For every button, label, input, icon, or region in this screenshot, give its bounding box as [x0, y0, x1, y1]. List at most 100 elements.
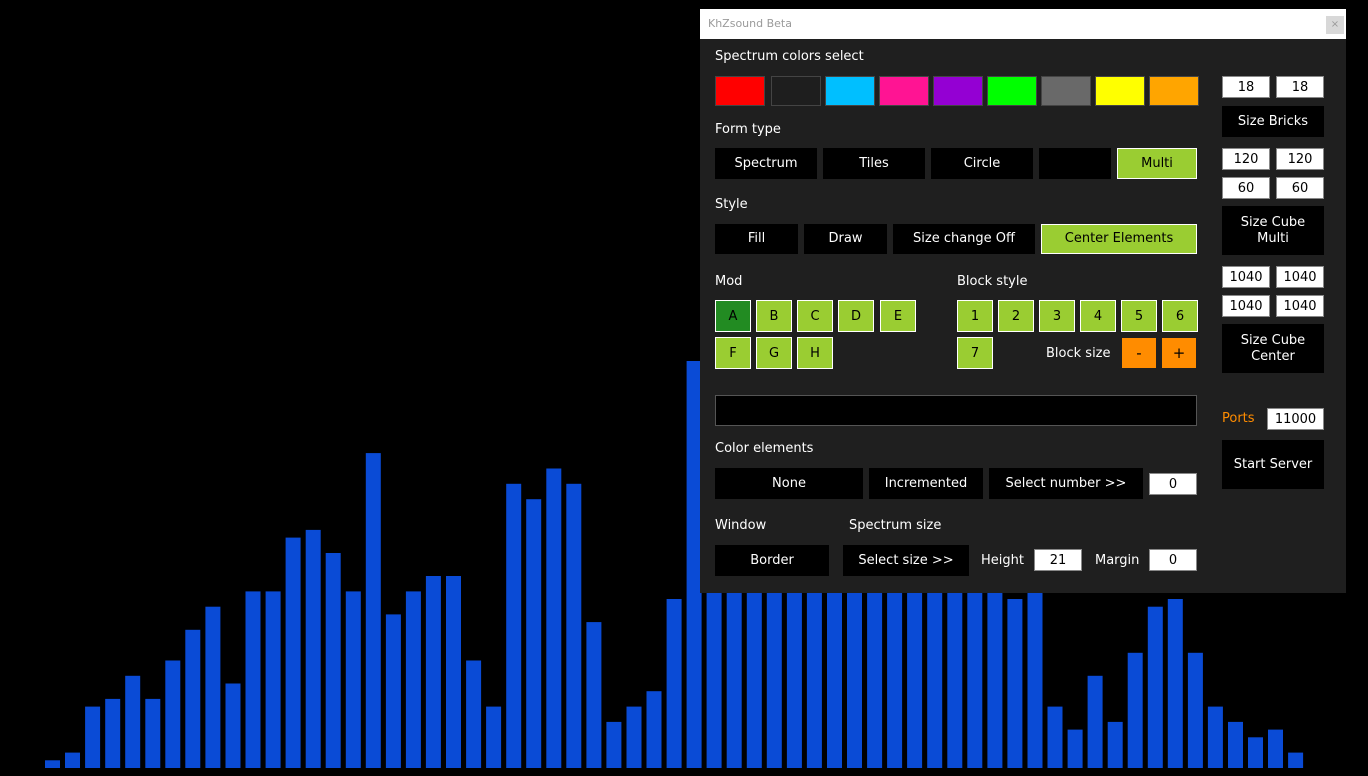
style-fill-button[interactable]: Fill [715, 224, 798, 254]
mod-button-g[interactable]: G [756, 337, 792, 369]
cube-center-input-2[interactable] [1276, 266, 1324, 288]
color-swatch-green[interactable] [987, 76, 1037, 106]
spectrum-bar [45, 760, 60, 768]
color-elements-label: Color elements [715, 441, 814, 456]
color-swatch-gray[interactable] [1041, 76, 1091, 106]
form-multi-button[interactable]: Multi [1117, 148, 1197, 179]
spectrum-bar [1067, 729, 1083, 768]
border-button[interactable]: Border [715, 545, 829, 576]
spectrum-bar [325, 553, 341, 768]
spectrum-bar [425, 576, 441, 768]
block-size-plus-button[interactable]: + [1162, 338, 1196, 368]
size-change-button[interactable]: Size change Off [893, 224, 1035, 254]
color-swatch-red[interactable] [715, 76, 765, 106]
block-style-7[interactable]: 7 [957, 337, 993, 369]
spectrum-bar [606, 721, 622, 768]
mod-label: Mod [715, 274, 743, 289]
color-swatch-pink[interactable] [879, 76, 929, 106]
select-number-button[interactable]: Select number >> [989, 468, 1143, 499]
form-circle-button[interactable]: Circle [931, 148, 1033, 179]
cube-center-input-1[interactable] [1222, 266, 1270, 288]
spectrum-bar [446, 576, 461, 768]
spectrum-bar [1087, 675, 1103, 768]
spectrum-bar [706, 568, 722, 768]
close-button[interactable]: × [1326, 16, 1344, 34]
text-field[interactable] [715, 395, 1197, 426]
form-type-label: Form type [715, 122, 781, 137]
spectrum-bar [1147, 606, 1163, 768]
spectrum-size-label: Spectrum size [849, 518, 942, 533]
cube-center-input-4[interactable] [1276, 295, 1324, 317]
center-elements-button[interactable]: Center Elements [1041, 224, 1197, 254]
color-swatch-dark[interactable] [771, 76, 821, 106]
spectrum-bar [666, 599, 682, 768]
mod-button-b[interactable]: B [756, 300, 792, 332]
height-input[interactable] [1034, 549, 1082, 571]
form-blank-button[interactable] [1039, 148, 1111, 179]
start-server-button[interactable]: Start Server [1222, 440, 1324, 489]
color-swatch-orange[interactable] [1149, 76, 1199, 106]
title-bar: KhZsound Beta × [700, 9, 1346, 39]
style-label: Style [715, 197, 748, 212]
spectrum-bar [345, 591, 361, 768]
mod-button-d[interactable]: D [838, 300, 874, 332]
spectrum-bar [1107, 721, 1123, 768]
color-swatch-cyan[interactable] [825, 76, 875, 106]
block-style-4[interactable]: 4 [1080, 300, 1116, 332]
spectrum-bar [486, 706, 502, 768]
spectrum-bar [225, 683, 241, 768]
margin-label: Margin [1095, 553, 1140, 568]
block-style-1[interactable]: 1 [957, 300, 993, 332]
brick-width-input[interactable] [1222, 76, 1270, 98]
size-cube-multi-button[interactable]: Size Cube Multi [1222, 206, 1324, 255]
block-style-3[interactable]: 3 [1039, 300, 1075, 332]
block-size-minus-button[interactable]: - [1122, 338, 1156, 368]
mod-button-e[interactable]: E [880, 300, 916, 332]
cube-multi-input-4[interactable] [1276, 177, 1324, 199]
spectrum-bar [526, 499, 542, 768]
spectrum-bar [1228, 721, 1243, 768]
spectrum-bar [1007, 599, 1023, 768]
spectrum-bar [245, 591, 261, 768]
mod-button-a[interactable]: A [715, 300, 751, 332]
block-style-label: Block style [957, 274, 1028, 289]
color-none-button[interactable]: None [715, 468, 863, 499]
style-draw-button[interactable]: Draw [804, 224, 887, 254]
spectrum-bar [145, 698, 161, 768]
spectrum-bar [626, 706, 642, 768]
cube-multi-input-1[interactable] [1222, 148, 1270, 170]
mod-button-h[interactable]: H [797, 337, 833, 369]
spectrum-bar [1288, 752, 1304, 768]
port-input[interactable] [1267, 408, 1324, 430]
color-incremented-button[interactable]: Incremented [869, 468, 983, 499]
color-number-input[interactable] [1149, 473, 1197, 495]
color-swatch-yellow[interactable] [1095, 76, 1145, 106]
block-size-label: Block size [1046, 346, 1111, 361]
spectrum-bar [205, 606, 221, 768]
spectrum-bar [566, 483, 582, 768]
spectrum-bar [1127, 652, 1143, 768]
mod-button-f[interactable]: F [715, 337, 751, 369]
cube-multi-input-3[interactable] [1222, 177, 1270, 199]
block-style-5[interactable]: 5 [1121, 300, 1157, 332]
form-tiles-button[interactable]: Tiles [823, 148, 925, 179]
margin-input[interactable] [1149, 549, 1197, 571]
spectrum-bar [305, 529, 321, 768]
size-bricks-button[interactable]: Size Bricks [1222, 106, 1324, 137]
mod-button-c[interactable]: C [797, 300, 833, 332]
spectrum-colors-label: Spectrum colors select [715, 49, 864, 64]
brick-height-input[interactable] [1276, 76, 1324, 98]
form-spectrum-button[interactable]: Spectrum [715, 148, 817, 179]
block-style-2[interactable]: 2 [998, 300, 1034, 332]
cube-multi-input-2[interactable] [1276, 148, 1324, 170]
size-cube-center-button[interactable]: Size Cube Center [1222, 324, 1324, 373]
window-title: KhZsound Beta [708, 17, 792, 30]
spectrum-bar [1167, 599, 1183, 768]
spectrum-bar [1187, 652, 1203, 768]
block-style-6[interactable]: 6 [1162, 300, 1198, 332]
spectrum-bar [586, 622, 602, 768]
select-size-button[interactable]: Select size >> [843, 545, 969, 576]
window-label: Window [715, 518, 767, 533]
cube-center-input-3[interactable] [1222, 295, 1270, 317]
color-swatch-purple[interactable] [933, 76, 983, 106]
